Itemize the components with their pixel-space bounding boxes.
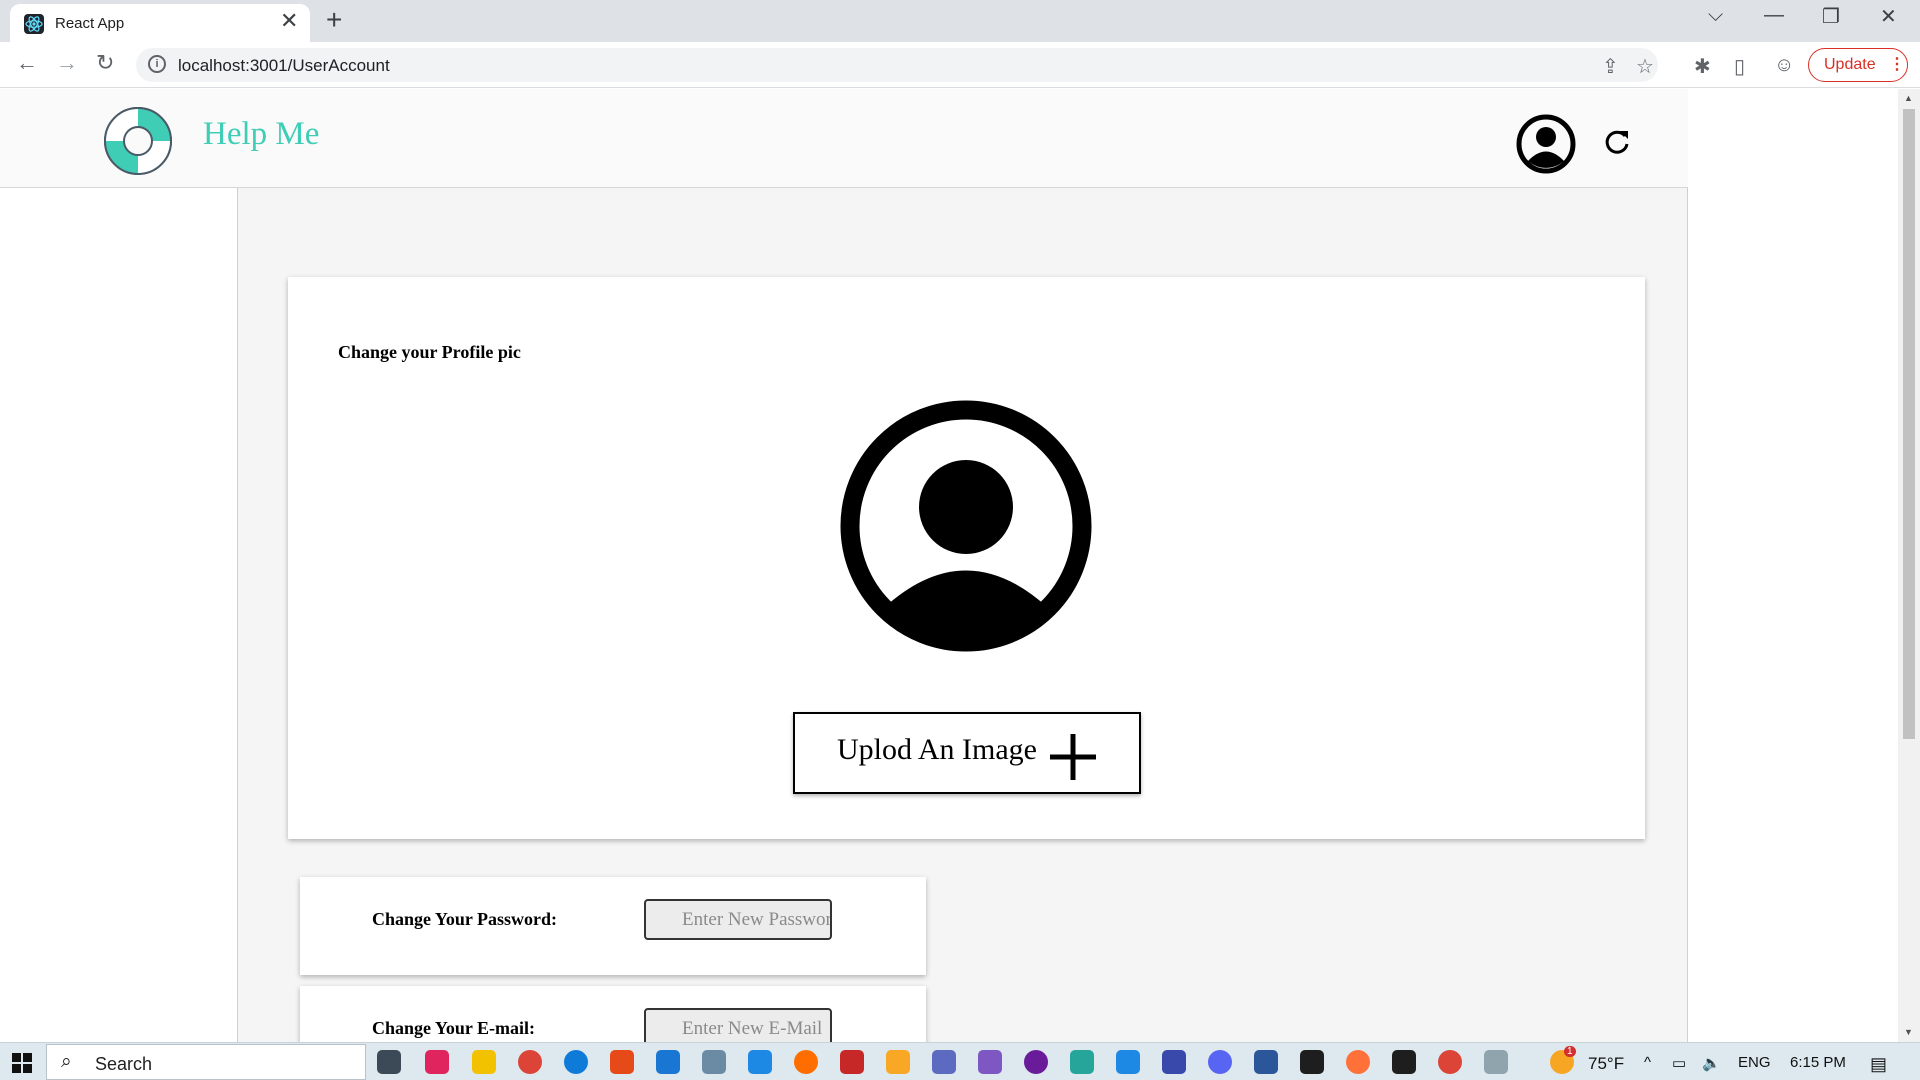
- scroll-up-arrow-icon[interactable]: ▲: [1904, 93, 1913, 103]
- tray-chevron-icon[interactable]: ^: [1644, 1054, 1651, 1071]
- forward-arrow-icon[interactable]: →: [56, 50, 78, 76]
- language-indicator[interactable]: ENG: [1738, 1054, 1771, 1071]
- vscode-icon[interactable]: [1116, 1050, 1140, 1074]
- profile-pic-title: Change your Profile pic: [338, 342, 521, 362]
- mail-icon[interactable]: [656, 1050, 680, 1074]
- browser-tabstrip: React App ✕ + ⌵ — ❐ ✕: [0, 0, 1920, 42]
- app-icon-4[interactable]: [840, 1050, 864, 1074]
- brand-name[interactable]: Help Me: [203, 116, 319, 153]
- email-card: Change Your E-mail:: [300, 986, 926, 1042]
- address-bar[interactable]: i localhost:3001/UserAccount ⇪ ☆: [136, 48, 1658, 82]
- user-profile-icon[interactable]: [1516, 114, 1576, 174]
- search-icon: ⌕: [61, 1051, 72, 1072]
- sublime-icon[interactable]: [886, 1050, 910, 1074]
- react-favicon-icon: [24, 14, 44, 34]
- postman-icon[interactable]: [794, 1050, 818, 1074]
- page-viewport: Help Me Change your Profile pic Uplod An…: [0, 89, 1688, 1042]
- tab-search-icon[interactable]: ⌵: [1708, 4, 1723, 27]
- update-label: Update: [1824, 56, 1876, 73]
- clock[interactable]: 6:15 PM: [1790, 1054, 1846, 1071]
- taskbar-search-label: Search: [95, 1054, 153, 1074]
- browser-toolbar: ← → ↻ i localhost:3001/UserAccount ⇪ ☆ ✱…: [0, 42, 1920, 88]
- app-icon-10[interactable]: [1484, 1050, 1508, 1074]
- app-icon-7[interactable]: [1024, 1050, 1048, 1074]
- windows-taskbar: ⌕ Search 1 75°F ^ ▭ 🔈 ENG 6:15 PM ▤: [0, 1042, 1920, 1080]
- restore-button[interactable]: ❐: [1822, 4, 1840, 29]
- email-label: Change Your E-mail:: [372, 1018, 536, 1038]
- scroll-thumb[interactable]: [1903, 109, 1915, 739]
- reload-icon[interactable]: ↻: [96, 50, 114, 76]
- edge-icon[interactable]: [564, 1050, 588, 1074]
- battery-icon[interactable]: ▭: [1672, 1054, 1686, 1072]
- app-icon-2[interactable]: [702, 1050, 726, 1074]
- side-panel-icon[interactable]: ▯: [1734, 54, 1745, 79]
- app-icon-1[interactable]: [425, 1050, 449, 1074]
- password-label: Change Your Password:: [372, 909, 558, 929]
- terminal-icon[interactable]: [1392, 1050, 1416, 1074]
- page-scrollbar[interactable]: ▲ ▼: [1898, 89, 1920, 1042]
- upload-image-label: Uplod An Image: [837, 733, 1037, 766]
- chrome-icon[interactable]: [518, 1050, 542, 1074]
- sidebar: [0, 188, 237, 1042]
- app-icon-9[interactable]: [1162, 1050, 1186, 1074]
- minimize-button[interactable]: —: [1764, 4, 1784, 27]
- browser-tab[interactable]: React App ✕: [10, 4, 310, 42]
- taskbar-search[interactable]: ⌕ Search: [46, 1044, 366, 1080]
- weather-temp[interactable]: 75°F: [1588, 1054, 1624, 1074]
- lifebuoy-logo-icon[interactable]: [100, 103, 176, 179]
- tab-close-icon[interactable]: ✕: [280, 10, 298, 32]
- password-input[interactable]: [644, 899, 832, 940]
- firefox-icon[interactable]: [1346, 1050, 1370, 1074]
- office-icon[interactable]: [610, 1050, 634, 1074]
- new-tab-button[interactable]: +: [326, 6, 342, 34]
- app-header: Help Me: [0, 89, 1688, 188]
- app-icon-3[interactable]: [748, 1050, 772, 1074]
- close-window-button[interactable]: ✕: [1880, 4, 1897, 29]
- word-icon[interactable]: [1254, 1050, 1278, 1074]
- task-view-icon[interactable]: [377, 1050, 401, 1074]
- profile-avatar-icon[interactable]: ☺: [1774, 54, 1794, 77]
- upload-image-button[interactable]: Uplod An Image: [793, 712, 1141, 794]
- site-info-icon[interactable]: i: [148, 55, 166, 73]
- more-menu-icon: ⋮: [1889, 56, 1905, 73]
- extensions-puzzle-icon[interactable]: ✱: [1694, 54, 1711, 79]
- plus-icon: [1050, 734, 1096, 780]
- app-icon-6[interactable]: [978, 1050, 1002, 1074]
- url-text[interactable]: localhost:3001/UserAccount: [178, 56, 390, 76]
- profile-pic-card: Change your Profile pic Uplod An Image: [288, 277, 1645, 839]
- share-icon[interactable]: ⇪: [1602, 54, 1619, 79]
- back-arrow-icon[interactable]: ←: [16, 50, 38, 76]
- app-icon-5[interactable]: [932, 1050, 956, 1074]
- update-button[interactable]: Update ⋮: [1808, 48, 1908, 82]
- chrome-icon-2[interactable]: [1438, 1050, 1462, 1074]
- tab-title: React App: [55, 15, 125, 32]
- app-icon-8[interactable]: [1070, 1050, 1094, 1074]
- password-card: Change Your Password:: [300, 877, 926, 975]
- windows-start-icon[interactable]: [12, 1053, 32, 1073]
- notifications-icon[interactable]: ▤: [1870, 1054, 1887, 1075]
- bookmark-star-icon[interactable]: ☆: [1636, 54, 1654, 79]
- scroll-down-arrow-icon[interactable]: ▼: [1904, 1027, 1913, 1037]
- weather-badge: 1: [1564, 1046, 1576, 1057]
- email-input[interactable]: [644, 1008, 832, 1042]
- discord-icon[interactable]: [1208, 1050, 1232, 1074]
- figma-icon[interactable]: [1300, 1050, 1324, 1074]
- file-explorer-icon[interactable]: [472, 1050, 496, 1074]
- weather-icon[interactable]: 1: [1550, 1046, 1576, 1074]
- main-content: Change your Profile pic Uplod An Image C…: [237, 188, 1688, 1042]
- refresh-icon[interactable]: [1603, 128, 1631, 156]
- volume-muted-icon[interactable]: 🔈: [1702, 1054, 1721, 1072]
- profile-avatar-icon: [840, 400, 1092, 652]
